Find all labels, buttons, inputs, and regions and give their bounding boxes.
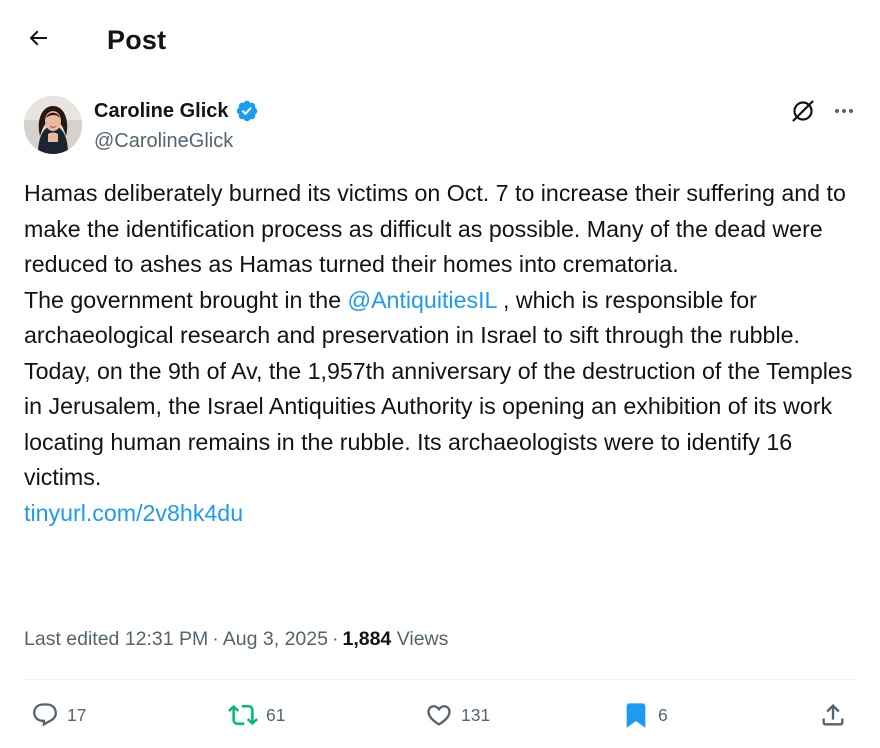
tweet-url-link[interactable]: tinyurl.com/2v8hk4du xyxy=(24,500,243,526)
author-handle[interactable]: @CarolineGlick xyxy=(94,128,233,154)
reply-count: 17 xyxy=(67,705,87,725)
bookmark-icon xyxy=(622,701,650,729)
tweet-paragraph-1: Hamas deliberately burned its victims on… xyxy=(24,180,846,277)
tweet-text: Hamas deliberately burned its victims on… xyxy=(24,176,864,531)
author-name[interactable]: Caroline Glick xyxy=(94,98,229,124)
divider xyxy=(24,679,856,680)
post-page: Post Caroline Glick @CarolineGlick Hamas… xyxy=(0,0,880,748)
repost-count: 61 xyxy=(266,705,286,725)
reply-icon xyxy=(31,701,59,729)
heart-icon xyxy=(425,701,453,729)
like-count: 131 xyxy=(461,705,491,725)
tweet-paragraph-3: Today, on the 9th of Av, the 1,957th ann… xyxy=(24,357,853,491)
grok-button[interactable] xyxy=(788,98,818,128)
avatar[interactable] xyxy=(24,96,82,154)
bookmark-button[interactable]: 6 xyxy=(622,700,668,730)
share-button[interactable] xyxy=(819,700,847,730)
repost-icon xyxy=(228,700,258,730)
timestamp-date[interactable]: Aug 3, 2025 xyxy=(223,628,328,650)
tweet-paragraph-2-start: The government brought in the xyxy=(24,286,348,313)
back-button[interactable] xyxy=(18,22,58,58)
verified-badge-icon[interactable] xyxy=(235,99,259,123)
reply-button[interactable]: 17 xyxy=(31,700,86,730)
more-horizontal-icon xyxy=(832,99,856,128)
tweet-meta: Last edited 12:31 PM · Aug 3, 2025 · 1,884 V… xyxy=(24,624,448,654)
share-icon xyxy=(819,701,847,729)
more-options-button[interactable] xyxy=(829,98,859,128)
meta-separator: · xyxy=(212,628,219,650)
repost-button[interactable]: 61 xyxy=(228,700,285,730)
author-name-row: Caroline Glick xyxy=(94,97,259,125)
like-button[interactable]: 131 xyxy=(425,700,490,730)
edited-label[interactable]: Last edited xyxy=(24,628,119,650)
meta-separator: · xyxy=(331,628,339,650)
timestamp-time[interactable]: 12:31 PM xyxy=(125,628,208,650)
page-title: Post xyxy=(107,25,167,55)
bookmark-count: 6 xyxy=(658,705,668,725)
page-header: Post xyxy=(0,0,880,80)
arrow-left-icon xyxy=(26,26,50,55)
views-count: 1,884 xyxy=(342,628,392,650)
views-label: Views xyxy=(396,628,449,650)
action-bar: 17 61 131 6 xyxy=(0,690,880,740)
mention-link[interactable]: @AntiquitiesIL xyxy=(348,287,497,313)
grok-icon xyxy=(790,98,816,129)
tweet-paragraph-2: The government brought in the @Antiquiti… xyxy=(24,283,864,354)
